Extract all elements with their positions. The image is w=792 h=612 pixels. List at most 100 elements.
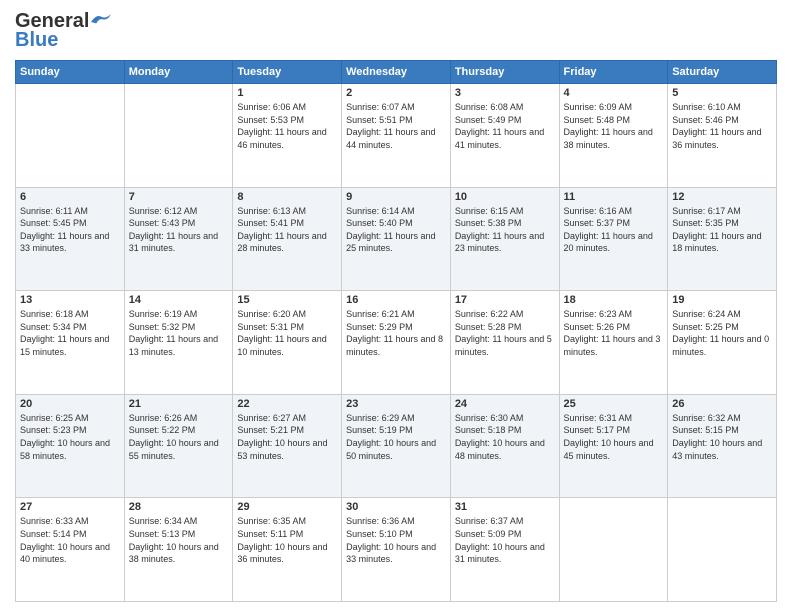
sunrise-text: Sunrise: 6:16 AM [564, 206, 633, 216]
sunset-text: Sunset: 5:09 PM [455, 529, 522, 539]
daylight-text: Daylight: 10 hours and 53 minutes. [237, 438, 327, 461]
sunrise-text: Sunrise: 6:18 AM [20, 309, 89, 319]
calendar-day-cell: 20 Sunrise: 6:25 AM Sunset: 5:23 PM Dayl… [16, 394, 125, 498]
sunrise-text: Sunrise: 6:13 AM [237, 206, 306, 216]
day-info: Sunrise: 6:09 AM Sunset: 5:48 PM Dayligh… [564, 101, 664, 151]
calendar-day-cell: 29 Sunrise: 6:35 AM Sunset: 5:11 PM Dayl… [233, 498, 342, 602]
calendar-day-cell: 13 Sunrise: 6:18 AM Sunset: 5:34 PM Dayl… [16, 291, 125, 395]
sunset-text: Sunset: 5:51 PM [346, 115, 413, 125]
sunset-text: Sunset: 5:46 PM [672, 115, 739, 125]
day-info: Sunrise: 6:06 AM Sunset: 5:53 PM Dayligh… [237, 101, 337, 151]
page: General Blue SundayMondayTuesdayWednesda… [0, 0, 792, 612]
calendar-day-cell: 11 Sunrise: 6:16 AM Sunset: 5:37 PM Dayl… [559, 187, 668, 291]
daylight-text: Daylight: 11 hours and 8 minutes. [346, 334, 443, 357]
sunrise-text: Sunrise: 6:34 AM [129, 516, 198, 526]
sunset-text: Sunset: 5:53 PM [237, 115, 304, 125]
sunrise-text: Sunrise: 6:33 AM [20, 516, 89, 526]
logo-blue: Blue [15, 29, 58, 52]
day-number: 27 [20, 501, 120, 513]
day-number: 3 [455, 87, 555, 99]
calendar-day-cell: 26 Sunrise: 6:32 AM Sunset: 5:15 PM Dayl… [668, 394, 777, 498]
sunrise-text: Sunrise: 6:27 AM [237, 413, 306, 423]
sunrise-text: Sunrise: 6:15 AM [455, 206, 524, 216]
daylight-text: Daylight: 11 hours and 15 minutes. [20, 334, 109, 357]
weekday-header: Monday [124, 61, 233, 84]
day-info: Sunrise: 6:29 AM Sunset: 5:19 PM Dayligh… [346, 412, 446, 462]
sunrise-text: Sunrise: 6:14 AM [346, 206, 415, 216]
sunset-text: Sunset: 5:15 PM [672, 425, 739, 435]
daylight-text: Daylight: 11 hours and 41 minutes. [455, 127, 544, 150]
day-info: Sunrise: 6:32 AM Sunset: 5:15 PM Dayligh… [672, 412, 772, 462]
sunset-text: Sunset: 5:41 PM [237, 218, 304, 228]
weekday-header: Tuesday [233, 61, 342, 84]
day-number: 1 [237, 87, 337, 99]
day-info: Sunrise: 6:15 AM Sunset: 5:38 PM Dayligh… [455, 205, 555, 255]
weekday-header: Wednesday [342, 61, 451, 84]
day-number: 15 [237, 294, 337, 306]
daylight-text: Daylight: 11 hours and 20 minutes. [564, 231, 653, 254]
daylight-text: Daylight: 11 hours and 5 minutes. [455, 334, 552, 357]
calendar-day-cell [124, 84, 233, 188]
calendar-day-cell: 23 Sunrise: 6:29 AM Sunset: 5:19 PM Dayl… [342, 394, 451, 498]
sunset-text: Sunset: 5:29 PM [346, 322, 413, 332]
sunset-text: Sunset: 5:40 PM [346, 218, 413, 228]
daylight-text: Daylight: 10 hours and 48 minutes. [455, 438, 545, 461]
sunset-text: Sunset: 5:19 PM [346, 425, 413, 435]
sunrise-text: Sunrise: 6:31 AM [564, 413, 633, 423]
day-info: Sunrise: 6:36 AM Sunset: 5:10 PM Dayligh… [346, 515, 446, 565]
calendar-day-cell: 4 Sunrise: 6:09 AM Sunset: 5:48 PM Dayli… [559, 84, 668, 188]
calendar-day-cell: 10 Sunrise: 6:15 AM Sunset: 5:38 PM Dayl… [450, 187, 559, 291]
calendar-day-cell: 18 Sunrise: 6:23 AM Sunset: 5:26 PM Dayl… [559, 291, 668, 395]
daylight-text: Daylight: 11 hours and 0 minutes. [672, 334, 769, 357]
day-number: 10 [455, 191, 555, 203]
day-info: Sunrise: 6:18 AM Sunset: 5:34 PM Dayligh… [20, 308, 120, 358]
daylight-text: Daylight: 11 hours and 46 minutes. [237, 127, 326, 150]
sunrise-text: Sunrise: 6:36 AM [346, 516, 415, 526]
daylight-text: Daylight: 10 hours and 31 minutes. [455, 542, 545, 565]
day-info: Sunrise: 6:17 AM Sunset: 5:35 PM Dayligh… [672, 205, 772, 255]
day-number: 14 [129, 294, 229, 306]
day-number: 22 [237, 398, 337, 410]
day-number: 31 [455, 501, 555, 513]
sunrise-text: Sunrise: 6:19 AM [129, 309, 198, 319]
calendar-day-cell: 12 Sunrise: 6:17 AM Sunset: 5:35 PM Dayl… [668, 187, 777, 291]
sunrise-text: Sunrise: 6:22 AM [455, 309, 524, 319]
day-number: 16 [346, 294, 446, 306]
sunset-text: Sunset: 5:21 PM [237, 425, 304, 435]
sunrise-text: Sunrise: 6:24 AM [672, 309, 741, 319]
daylight-text: Daylight: 10 hours and 38 minutes. [129, 542, 219, 565]
sunrise-text: Sunrise: 6:12 AM [129, 206, 198, 216]
daylight-text: Daylight: 11 hours and 33 minutes. [20, 231, 109, 254]
header: General Blue [15, 10, 777, 52]
day-info: Sunrise: 6:19 AM Sunset: 5:32 PM Dayligh… [129, 308, 229, 358]
sunrise-text: Sunrise: 6:35 AM [237, 516, 306, 526]
day-info: Sunrise: 6:30 AM Sunset: 5:18 PM Dayligh… [455, 412, 555, 462]
weekday-header: Friday [559, 61, 668, 84]
sunrise-text: Sunrise: 6:11 AM [20, 206, 88, 216]
daylight-text: Daylight: 10 hours and 45 minutes. [564, 438, 654, 461]
calendar-day-cell: 27 Sunrise: 6:33 AM Sunset: 5:14 PM Dayl… [16, 498, 125, 602]
day-info: Sunrise: 6:11 AM Sunset: 5:45 PM Dayligh… [20, 205, 120, 255]
sunset-text: Sunset: 5:35 PM [672, 218, 739, 228]
weekday-header: Saturday [668, 61, 777, 84]
sunset-text: Sunset: 5:48 PM [564, 115, 631, 125]
sunrise-text: Sunrise: 6:23 AM [564, 309, 633, 319]
calendar-week-row: 13 Sunrise: 6:18 AM Sunset: 5:34 PM Dayl… [16, 291, 777, 395]
sunrise-text: Sunrise: 6:21 AM [346, 309, 415, 319]
sunset-text: Sunset: 5:17 PM [564, 425, 631, 435]
day-number: 28 [129, 501, 229, 513]
daylight-text: Daylight: 10 hours and 40 minutes. [20, 542, 110, 565]
day-number: 17 [455, 294, 555, 306]
day-number: 24 [455, 398, 555, 410]
logo-bird-icon [91, 13, 111, 27]
sunset-text: Sunset: 5:11 PM [237, 529, 303, 539]
sunset-text: Sunset: 5:25 PM [672, 322, 739, 332]
sunrise-text: Sunrise: 6:09 AM [564, 102, 633, 112]
calendar-week-row: 6 Sunrise: 6:11 AM Sunset: 5:45 PM Dayli… [16, 187, 777, 291]
day-info: Sunrise: 6:14 AM Sunset: 5:40 PM Dayligh… [346, 205, 446, 255]
daylight-text: Daylight: 11 hours and 36 minutes. [672, 127, 761, 150]
sunset-text: Sunset: 5:49 PM [455, 115, 522, 125]
calendar-week-row: 1 Sunrise: 6:06 AM Sunset: 5:53 PM Dayli… [16, 84, 777, 188]
day-number: 6 [20, 191, 120, 203]
sunset-text: Sunset: 5:37 PM [564, 218, 631, 228]
